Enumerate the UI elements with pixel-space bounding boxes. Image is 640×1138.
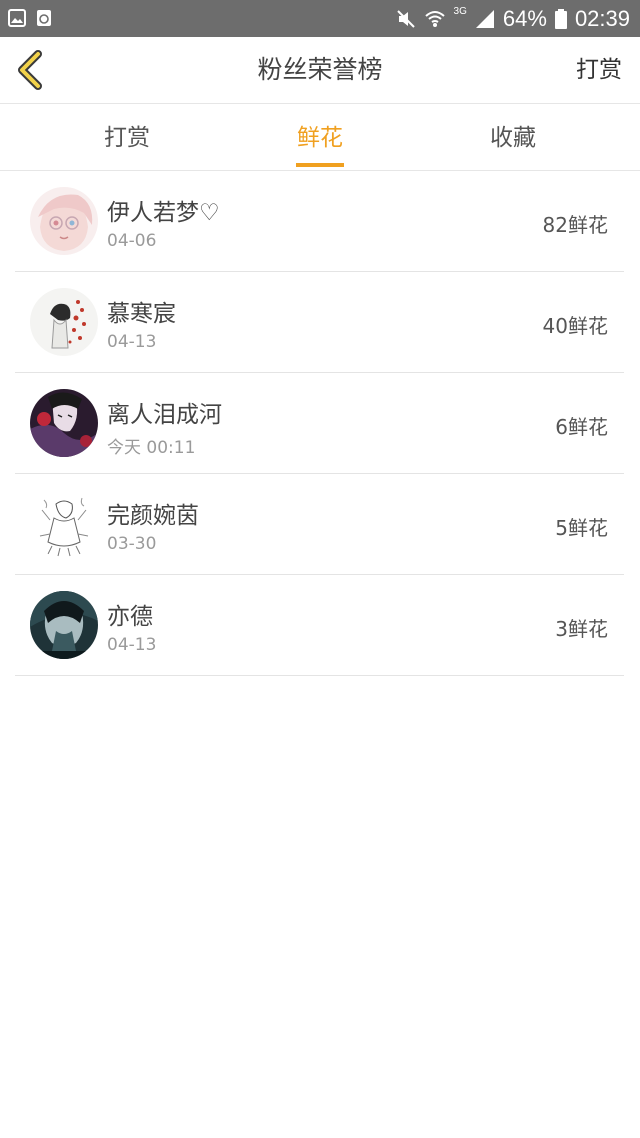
- page-title: 粉丝荣誉榜: [257, 55, 383, 84]
- tab-favorites[interactable]: 收藏: [453, 104, 573, 170]
- fan-name: 离人泪成河: [107, 402, 222, 428]
- flower-count: 40鲜花: [542, 314, 608, 338]
- fan-time: 04-13: [107, 635, 157, 655]
- fan-name: 亦德: [107, 604, 153, 630]
- reward-button[interactable]: 打赏: [576, 37, 622, 103]
- flower-count: 82鲜花: [542, 213, 608, 237]
- tab-bar: 打赏 鲜花 收藏: [0, 104, 640, 171]
- flower-count: 5鲜花: [555, 516, 608, 540]
- fan-time: 04-13: [107, 332, 157, 352]
- flower-count: 3鲜花: [555, 617, 608, 641]
- image-icon: [8, 9, 26, 27]
- avatar: [30, 490, 98, 558]
- header: 粉丝荣誉榜 打赏: [0, 37, 640, 104]
- avatar: [30, 288, 98, 356]
- avatar: [30, 187, 98, 255]
- list-item[interactable]: 完颜婉茵 03-30 5鲜花: [15, 474, 624, 575]
- fan-list: 伊人若梦♡ 04-06 82鲜花 慕寒宸 04-13 40鲜花 离人泪成河 今天…: [15, 171, 624, 676]
- fan-time: 04-06: [107, 231, 157, 251]
- fan-name: 伊人若梦♡: [107, 200, 220, 226]
- mute-icon: [396, 9, 415, 28]
- battery-icon: [554, 8, 567, 29]
- status-bar: 3G 64% 02:39: [0, 0, 640, 37]
- tab-flowers[interactable]: 鲜花: [260, 104, 380, 170]
- clock: 02:39: [574, 6, 630, 31]
- fan-time: 今天 00:11: [107, 438, 196, 458]
- list-item[interactable]: 伊人若梦♡ 04-06 82鲜花: [15, 171, 624, 272]
- list-item[interactable]: 亦德 04-13 3鲜花: [15, 575, 624, 676]
- network-type: 3G: [453, 5, 467, 17]
- signal-icon: [475, 9, 494, 28]
- list-item[interactable]: 离人泪成河 今天 00:11 6鲜花: [15, 373, 624, 474]
- fan-name: 完颜婉茵: [107, 503, 199, 529]
- list-item[interactable]: 慕寒宸 04-13 40鲜花: [15, 272, 624, 373]
- flower-count: 6鲜花: [555, 415, 608, 439]
- tab-reward[interactable]: 打赏: [67, 104, 187, 170]
- recycle-icon: [37, 10, 51, 26]
- wifi-icon: [424, 10, 445, 27]
- fan-name: 慕寒宸: [107, 301, 176, 327]
- avatar: [30, 389, 98, 457]
- active-tab-indicator: [296, 163, 344, 167]
- avatar: [30, 591, 98, 659]
- fan-time: 03-30: [107, 534, 157, 554]
- battery-percent: 64%: [502, 6, 547, 31]
